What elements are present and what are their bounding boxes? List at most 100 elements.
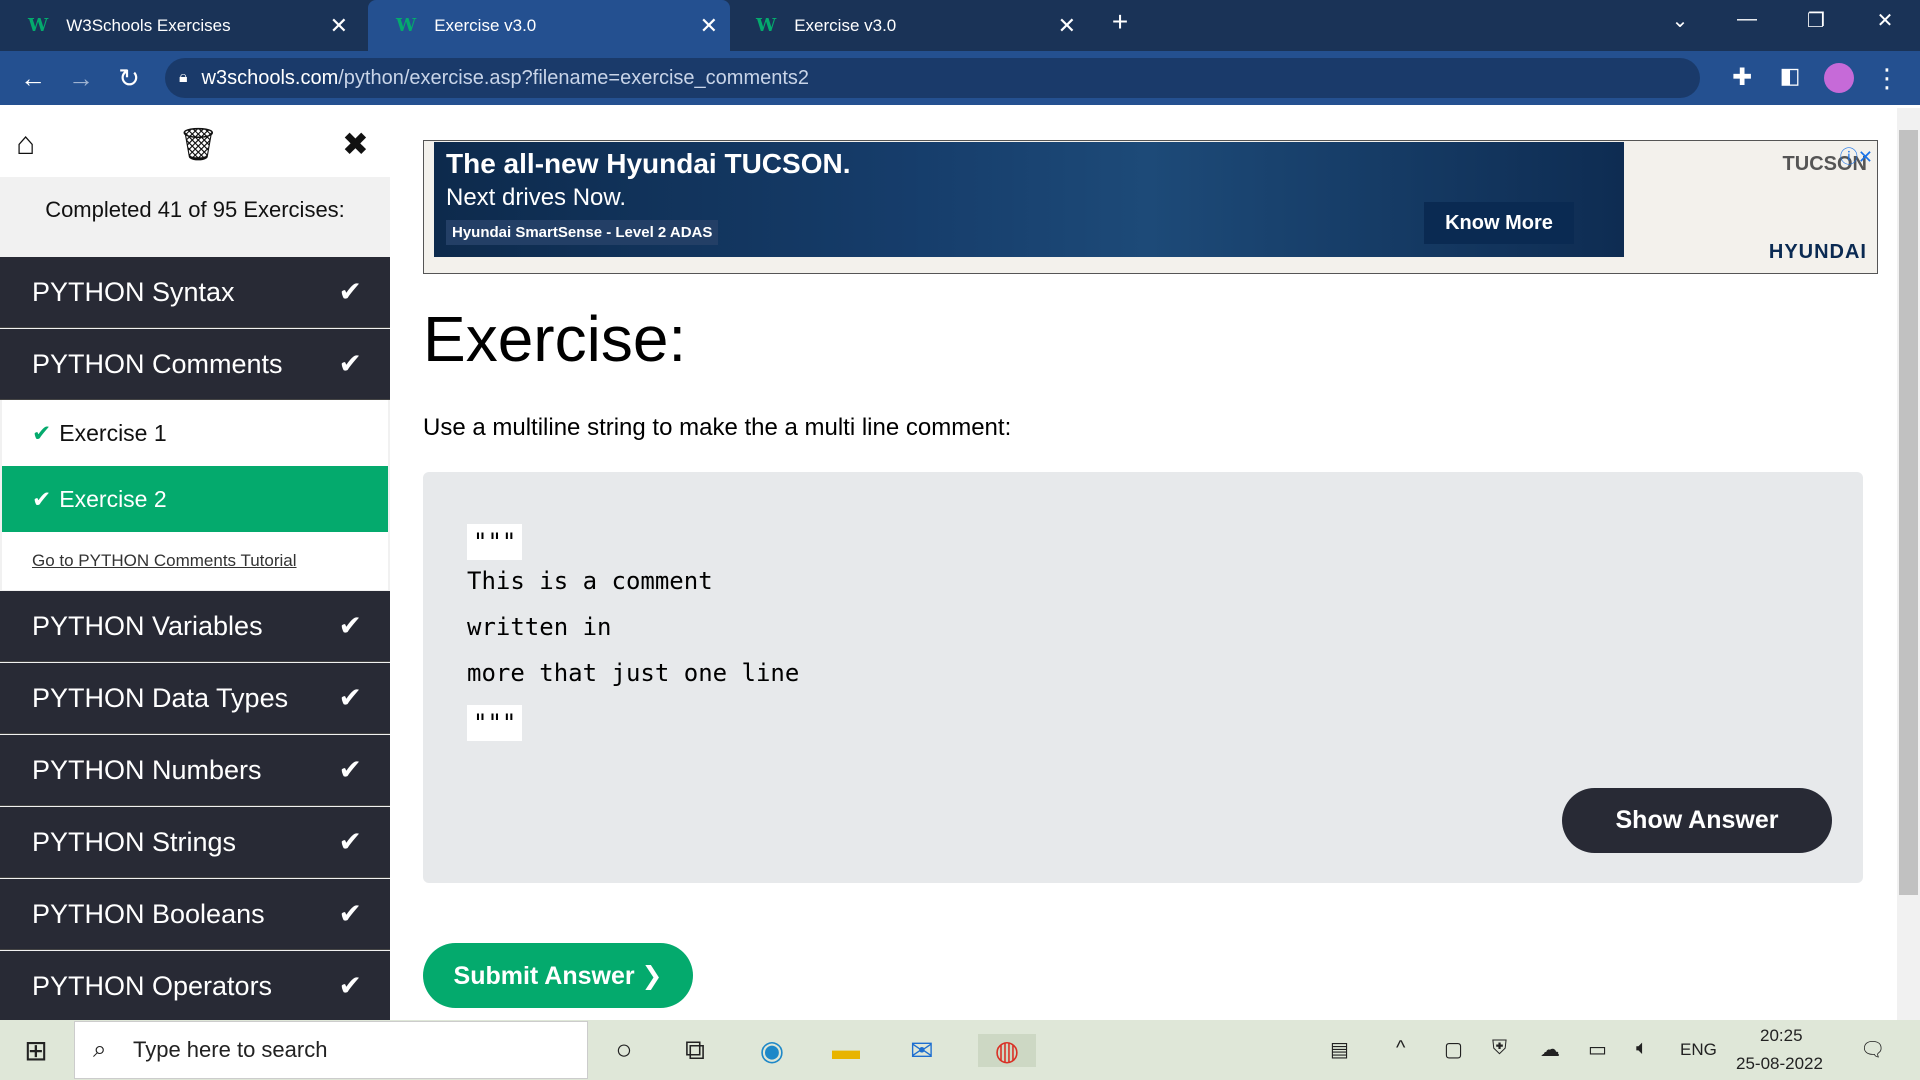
news-widget-icon[interactable]: ▤ [1330,1037,1349,1062]
category-python-syntax[interactable]: PYTHON Syntax ✔ [0,257,390,328]
tutorial-link[interactable]: Go to PYTHON Comments Tutorial [2,532,388,590]
category-python-data-types[interactable]: PYTHON Data Types ✔ [0,663,390,734]
check-icon: ✔ [338,826,362,857]
tab-title: Exercise v3.0 [434,15,537,35]
category-label: PYTHON Syntax [32,276,235,307]
ad-feature: Hyundai SmartSense - Level 2 ADAS [446,220,719,245]
minimize-icon[interactable]: — [1727,8,1767,31]
close-tab-icon[interactable]: ✕ [1058,13,1076,39]
taskbar-search-box[interactable]: ⌕ Type here to search [74,1021,588,1079]
category-label: PYTHON Strings [32,826,237,857]
browser-tab-strip: W W3Schools Exercises ✕ W Exercise v3.0 … [0,0,1920,51]
back-icon[interactable]: ← [16,63,50,94]
exercise-label: Exercise 2 [59,485,167,512]
close-tab-icon[interactable]: ✕ [330,13,348,39]
code-line: more that just one line [467,659,800,687]
category-python-booleans[interactable]: PYTHON Booleans ✔ [0,879,390,950]
ad-image: The all-new Hyundai TUCSON. Next drives … [434,142,1624,257]
w3schools-favicon-icon: W [396,15,417,36]
category-python-numbers[interactable]: PYTHON Numbers ✔ [0,735,390,806]
notifications-icon[interactable]: 🗨︎ [1860,1037,1885,1062]
new-tab-icon[interactable]: + [1100,6,1140,38]
trash-icon[interactable]: 🗑︎ [178,125,219,163]
extensions-icon[interactable]: ✚ [1725,63,1759,92]
meet-now-icon[interactable]: ▢ [1444,1037,1463,1062]
category-label: PYTHON Comments [32,348,283,379]
chrome-icon[interactable]: ◍ [978,1034,1036,1067]
category-python-variables[interactable]: PYTHON Variables ✔ [0,591,390,662]
browser-tab[interactable]: W Exercise v3.0 ✕ [728,0,1088,51]
page-title: Exercise: [423,303,687,375]
ad-headline: The all-new Hyundai TUCSON. [446,148,851,179]
w3schools-favicon-icon: W [28,15,49,36]
home-icon[interactable]: ⌂ [16,125,35,162]
w3schools-favicon-icon: W [756,15,777,36]
check-icon: ✔ [32,485,52,512]
edge-icon[interactable]: ◉ [752,1034,792,1067]
tab-title: W3Schools Exercises [66,15,231,35]
ad-close-icon[interactable]: ⓘ✕ [1840,143,1873,169]
close-icon[interactable]: ✖ [342,125,369,163]
close-window-icon[interactable]: ✕ [1865,8,1905,33]
check-icon: ✔ [338,898,362,929]
windows-start-icon[interactable]: ⊞ [16,1034,56,1067]
code-line: written in [467,613,612,641]
category-label: PYTHON Numbers [32,754,262,785]
category-label: PYTHON Variables [32,610,263,641]
exercise-item-selected[interactable]: ✔ Exercise 2 [2,466,388,532]
exercise-instruction: Use a multiline string to make the a mul… [423,414,1012,441]
tab-search-icon[interactable]: ⌄ [1660,8,1700,33]
progress-text: Completed 41 of 95 Exercises: [45,197,345,222]
forward-icon[interactable]: → [64,63,98,94]
code-editor: """ This is a comment written in more th… [423,472,1863,883]
restore-icon[interactable]: ❐ [1796,8,1836,33]
category-python-comments[interactable]: PYTHON Comments ✔ [0,329,390,400]
advertisement-banner[interactable]: The all-new Hyundai TUCSON. Next drives … [423,140,1878,274]
scrollbar-thumb[interactable] [1899,130,1918,895]
show-answer-button[interactable]: Show Answer [1562,788,1832,853]
code-line: This is a comment [467,567,713,595]
ad-brand-logo: HYUNDAI [1768,241,1867,263]
avatar[interactable] [1822,63,1856,99]
volume-icon[interactable]: 🔈︎ [1636,1037,1648,1060]
onedrive-icon[interactable]: ☁ [1540,1037,1560,1062]
language-indicator[interactable]: ENG [1680,1040,1717,1060]
mail-icon[interactable]: ✉ [902,1034,942,1067]
check-icon: ✔ [32,419,52,446]
sidebar-toolbar: ⌂ 🗑︎ ✖ [0,105,390,177]
menu-icon[interactable]: ⋮ [1870,63,1904,94]
clock-time[interactable]: 20:25 [1760,1026,1803,1046]
check-icon: ✔ [338,682,362,713]
check-icon: ✔ [338,610,362,641]
close-tab-icon[interactable]: ✕ [700,13,718,39]
show-hidden-icons-icon[interactable]: ^ [1396,1037,1405,1060]
submit-answer-button[interactable]: Submit Answer ❯ [423,943,693,1008]
browser-tab-active[interactable]: W Exercise v3.0 ✕ [368,0,730,51]
category-label: PYTHON Operators [32,970,273,1001]
url-host: w3schools.com [201,66,339,89]
file-explorer-icon[interactable]: ▬ [826,1034,866,1066]
category-label: PYTHON Booleans [32,898,265,929]
reload-icon[interactable]: ↻ [112,63,146,94]
category-python-strings[interactable]: PYTHON Strings ✔ [0,807,390,878]
ad-subline: Next drives Now. [446,184,627,211]
task-view-icon[interactable]: ⧉ [675,1034,715,1067]
check-icon: ✔ [338,970,362,1001]
browser-tab[interactable]: W W3Schools Exercises ✕ [0,0,360,51]
search-placeholder: Type here to search [133,1037,328,1062]
battery-icon[interactable]: ▭ [1588,1037,1607,1062]
url-path: /python/exercise.asp?filename=exercise_c… [338,66,810,89]
answer-input[interactable]: """ [467,705,523,741]
lock-icon: 🔒︎ [179,69,188,86]
clock-date[interactable]: 25-08-2022 [1736,1054,1823,1074]
cortana-icon[interactable]: ○ [604,1034,644,1066]
address-bar[interactable]: 🔒︎ w3schools.com/python/exercise.asp?fil… [165,58,1700,98]
answer-input[interactable]: """ [467,524,523,560]
tab-title: Exercise v3.0 [794,15,897,35]
side-panel-icon[interactable]: ◧ [1773,63,1807,89]
security-icon[interactable]: ⛨ [1492,1037,1507,1060]
check-icon: ✔ [338,754,362,785]
know-more-button[interactable]: Know More [1424,202,1574,244]
category-python-operators[interactable]: PYTHON Operators ✔ [0,951,390,1020]
exercise-item[interactable]: ✔ Exercise 1 [2,400,388,466]
